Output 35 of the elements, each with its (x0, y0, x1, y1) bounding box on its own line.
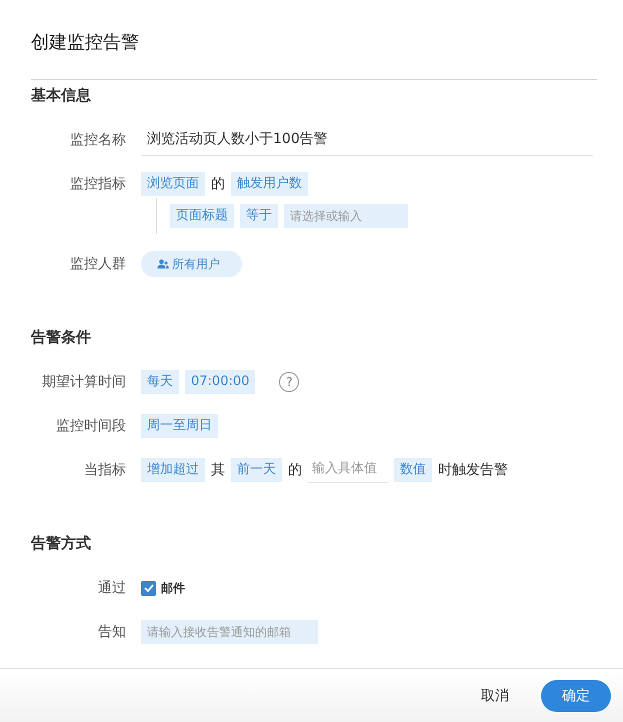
section-title: 告警方式 (31, 533, 92, 554)
email-checkbox[interactable] (141, 580, 156, 596)
connector-text: 时触发告警 (438, 461, 508, 479)
field-label: 期望计算时间 (42, 374, 126, 390)
select-chip[interactable]: 等于 (240, 204, 278, 228)
select-chip[interactable]: 浏览页面 (141, 172, 205, 196)
confirm-button[interactable]: 确定 (541, 680, 611, 712)
input-field[interactable]: 请输入接收告警通知的邮箱 (141, 620, 318, 644)
cancel-button[interactable]: 取消 (475, 686, 515, 706)
connector-text: 其 (211, 461, 225, 479)
section-title: 告警条件 (31, 327, 92, 348)
select-chip[interactable]: 增加超过 (141, 458, 205, 482)
field-label: 告知 (98, 624, 126, 640)
select-chip[interactable]: 周一至周日 (141, 414, 218, 438)
select-chip[interactable]: 07:00:00 (185, 370, 256, 394)
field-label: 当指标 (84, 462, 126, 478)
checkbox-label: 邮件 (161, 580, 185, 596)
field-label: 通过 (98, 580, 126, 596)
select-chip[interactable]: 触发用户数 (231, 172, 308, 196)
connector-text: 的 (211, 175, 225, 193)
field-label: 监控名称 (70, 132, 126, 148)
help-button[interactable]: ? (279, 372, 300, 392)
select-chip[interactable]: 数值 (394, 458, 432, 482)
section-title: 基本信息 (31, 85, 92, 106)
select-chip[interactable]: 页面标题 (170, 204, 234, 228)
select-chip[interactable]: 前一天 (231, 458, 282, 482)
audience-button[interactable]: 所有用户 (141, 251, 242, 277)
field-label: 监控人群 (70, 256, 126, 272)
dialog-title: 创建监控告警 (31, 31, 139, 54)
select-chip[interactable]: 每天 (141, 370, 179, 394)
field-label: 监控指标 (70, 176, 126, 192)
connector-text: 的 (288, 461, 302, 479)
field-label: 监控时间段 (56, 418, 126, 434)
input-field[interactable]: 请选择或输入 (284, 204, 408, 228)
users-icon (157, 259, 169, 269)
